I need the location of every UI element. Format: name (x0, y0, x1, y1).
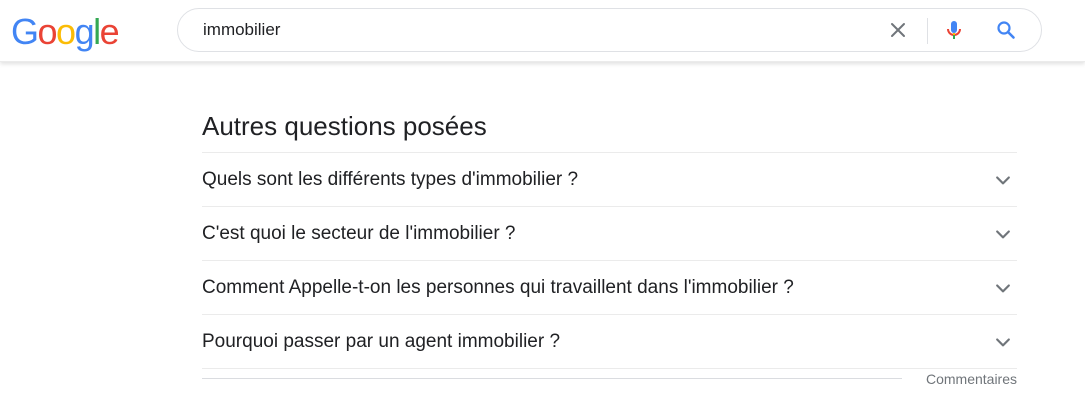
search-input[interactable] (203, 9, 863, 51)
paa-footer-divider (202, 378, 902, 379)
microphone-icon (947, 21, 961, 39)
logo-letter-g: G (11, 11, 39, 52)
chevron-down-icon[interactable] (993, 278, 1013, 298)
search-divider (927, 18, 928, 44)
paa-list: Quels sont les différents types d'immobi… (202, 152, 1017, 369)
paa-heading: Autres questions posées (202, 111, 487, 141)
logo-letter-g2: g (74, 11, 95, 52)
clear-search-button[interactable] (878, 9, 918, 51)
magnifier-icon (997, 21, 1015, 39)
feedback-link[interactable]: Commentaires (926, 371, 1017, 387)
voice-search-button[interactable] (934, 9, 974, 51)
paa-question-text: Pourquoi passer par un agent immobilier … (202, 331, 561, 352)
search-box (177, 8, 1042, 52)
logo-letter-o1: o (37, 11, 58, 52)
paa-question-item[interactable]: C'est quoi le secteur de l'immobilier ? (202, 207, 1017, 261)
chevron-down-icon[interactable] (993, 224, 1013, 244)
google-logo[interactable]: Google (11, 10, 120, 54)
paa-question-item[interactable]: Pourquoi passer par un agent immobilier … (202, 315, 1017, 369)
paa-question-text: Comment Appelle-t-on les personnes qui t… (202, 277, 794, 298)
people-also-ask: Autres questions posées Quels sont les d… (202, 100, 1017, 387)
paa-question-text: Quels sont les différents types d'immobi… (202, 169, 579, 190)
paa-question-item[interactable]: Quels sont les différents types d'immobi… (202, 153, 1017, 207)
top-bar: Google (0, 0, 1085, 62)
paa-question-item[interactable]: Comment Appelle-t-on les personnes qui t… (202, 261, 1017, 315)
paa-question-text: C'est quoi le secteur de l'immobilier ? (202, 223, 516, 244)
chevron-down-icon[interactable] (993, 170, 1013, 190)
logo-letter-e: e (99, 11, 120, 52)
close-icon (891, 23, 905, 37)
logo-letter-o2: o (56, 11, 76, 52)
search-button[interactable] (986, 9, 1026, 51)
chevron-down-icon[interactable] (993, 332, 1013, 352)
